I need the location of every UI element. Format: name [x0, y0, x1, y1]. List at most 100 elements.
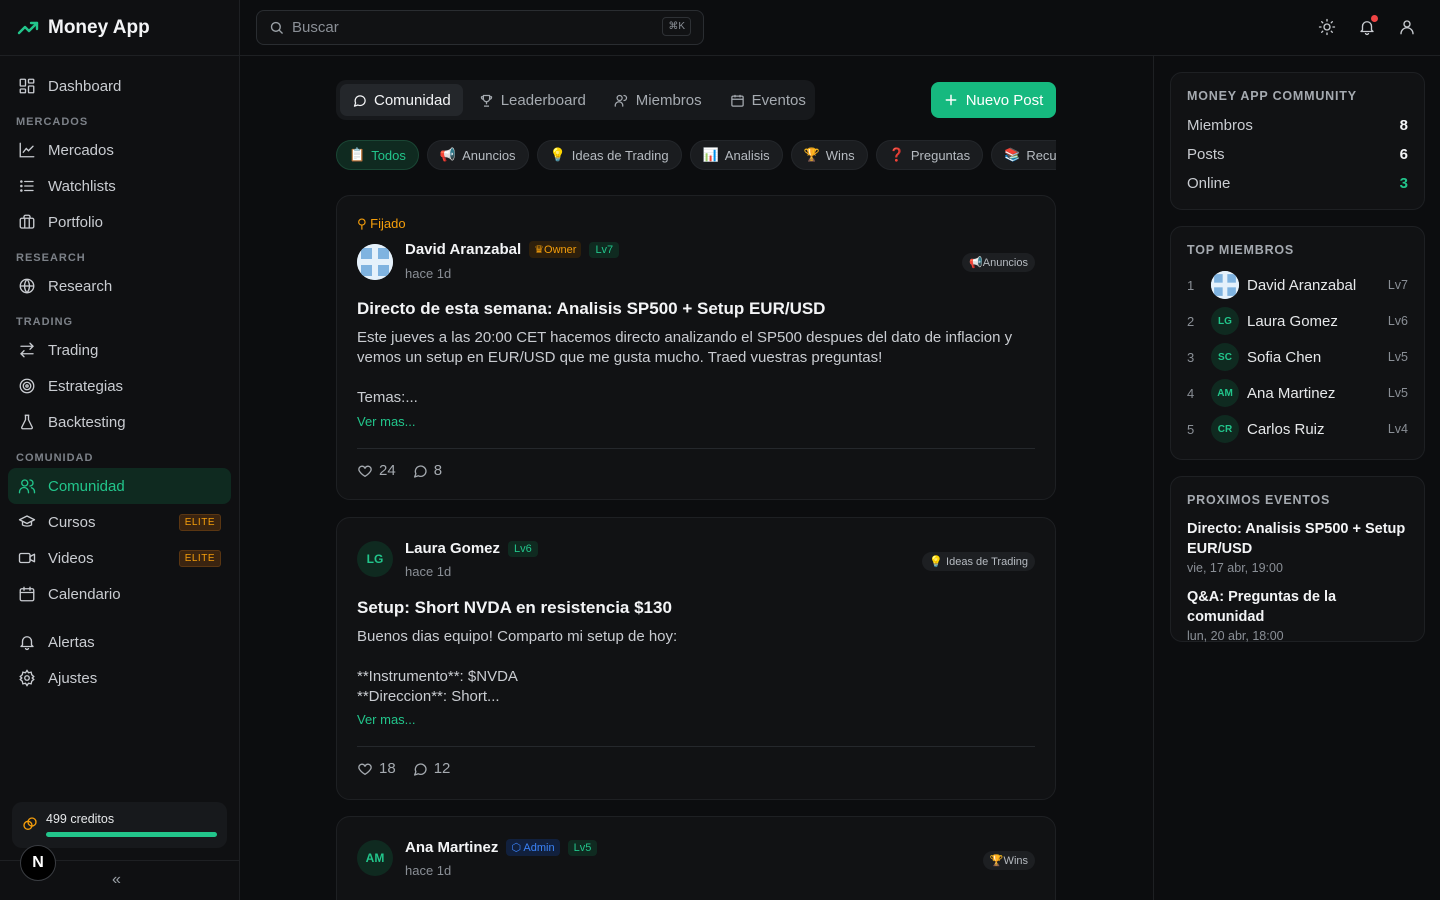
role-label: Admin	[523, 842, 555, 854]
category-chip-todos[interactable]: 📋 Todos	[336, 140, 419, 170]
heart-icon	[358, 763, 372, 775]
profile-button[interactable]	[1398, 18, 1416, 36]
member-rank: 1	[1187, 277, 1195, 293]
sidebar-item-videos[interactable]: Videos ELITE	[8, 540, 231, 576]
theme-toggle[interactable]	[1318, 18, 1336, 36]
plus-icon	[945, 94, 957, 106]
event-item[interactable]: Directo: Analisis SP500 + Setup EUR/USD …	[1187, 519, 1408, 575]
sidebar-item-research[interactable]: Research	[8, 268, 231, 304]
sidebar-item-estrategias[interactable]: Estrategias	[8, 368, 231, 404]
member-row[interactable]: 1 David Aranzabal Lv7	[1187, 271, 1408, 299]
comment-button[interactable]: 8	[412, 462, 442, 479]
post-author: Ana Martinez ⬡ Admin Lv5	[405, 839, 598, 856]
section-research: RESEARCH	[16, 252, 86, 264]
read-more-link[interactable]: Ver mas...	[357, 414, 416, 429]
author-name[interactable]: David Aranzabal	[405, 241, 521, 258]
tab-comunidad[interactable]: Comunidad	[340, 84, 463, 116]
like-count: 18	[379, 760, 396, 777]
category-filters: 📋 Todos 📢 Anuncios 💡 Ideas de Trading 📊 Anal…	[336, 140, 1056, 172]
sun-icon	[1318, 18, 1336, 36]
member-level: Lv5	[1387, 386, 1408, 400]
like-button[interactable]: 18	[357, 760, 396, 777]
shield-icon: ⬡	[511, 842, 524, 854]
tab-eventos[interactable]: Eventos	[718, 84, 818, 116]
sidebar-item-trading[interactable]: Trading	[8, 332, 231, 368]
sidebar-item-label: Dashboard	[48, 77, 122, 95]
card-title: MONEY APP COMMUNITY	[1187, 89, 1357, 103]
sidebar-item-cursos[interactable]: Cursos ELITE	[8, 504, 231, 540]
sidebar-item-watchlists[interactable]: Watchlists	[8, 168, 231, 204]
post-author: Laura Gomez Lv6	[405, 540, 538, 557]
event-date: vie, 17 abr, 19:00	[1187, 561, 1283, 575]
post-title[interactable]: Directo de esta semana: Analisis SP500 +…	[357, 299, 825, 319]
like-button[interactable]: 24	[357, 462, 396, 479]
comment-button[interactable]: 12	[412, 760, 450, 777]
user-avatar[interactable]: N	[20, 845, 56, 881]
elite-badge: ELITE	[178, 514, 221, 531]
member-row[interactable]: 4 AM Ana Martinez Lv5	[1187, 379, 1408, 407]
stat-row: Miembros 8	[1187, 117, 1408, 134]
avatar[interactable]	[357, 244, 393, 280]
logo[interactable]: Money App	[0, 0, 239, 56]
category-chip-anuncios[interactable]: 📢 Anuncios	[426, 140, 529, 170]
event-item[interactable]: Q&A: Preguntas de la comunidad lun, 20 a…	[1187, 587, 1408, 643]
tab-label: Comunidad	[374, 91, 451, 109]
sidebar-item-backtesting[interactable]: Backtesting	[8, 404, 231, 440]
stat-label: Miembros	[1187, 117, 1253, 134]
sidebar-item-mercados[interactable]: Mercados	[8, 132, 231, 168]
section-trading: TRADING	[16, 316, 74, 328]
right-sidebar: MONEY APP COMMUNITY Miembros 8 Posts 6 Onl…	[1153, 56, 1440, 900]
post-card[interactable]: AM Ana Martinez ⬡ Admin Lv5 hace 1d 🏆Win…	[336, 816, 1056, 900]
sidebar-item-portfolio[interactable]: Portfolio	[8, 204, 231, 240]
post-title[interactable]: Setup: Short NVDA en resistencia $130	[357, 598, 672, 618]
collapse-sidebar-icon[interactable]: «	[112, 871, 121, 889]
stat-value: 3	[1399, 175, 1408, 192]
sidebar-item-comunidad[interactable]: Comunidad	[8, 468, 231, 504]
sidebar-item-label: Videos	[48, 549, 94, 567]
post-card[interactable]: LG Laura Gomez Lv6 hace 1d 💡 Ideas de Tr…	[336, 517, 1056, 800]
coins-icon	[23, 817, 37, 830]
avatar[interactable]: LG	[357, 541, 393, 577]
member-row[interactable]: 3 SC Sofia Chen Lv5	[1187, 343, 1408, 371]
category-chip-ideas[interactable]: 💡 Ideas de Trading	[536, 140, 682, 170]
sidebar-item-dashboard[interactable]: Dashboard	[8, 68, 231, 104]
tab-leaderboard[interactable]: Leaderboard	[467, 84, 598, 116]
category-chip-recursos[interactable]: 📚 Recursos	[991, 140, 1056, 170]
new-post-label: Nuevo Post	[965, 91, 1044, 109]
chip-label: Wins	[825, 147, 855, 163]
post-body: Buenos dias equipo! Comparto mi setup de…	[357, 628, 678, 705]
category-chip-analisis[interactable]: 📊 Analisis	[689, 140, 783, 170]
community-tabs: Comunidad Leaderboard Miembros Eventos	[336, 80, 815, 120]
comment-count: 8	[433, 462, 443, 479]
card-title: TOP MIEMBROS	[1187, 243, 1295, 257]
post-card[interactable]: ⚲ Fijado David Aranzabal ♛Owner Lv7 hace…	[336, 195, 1056, 500]
credits-card[interactable]: 499 creditos	[12, 802, 227, 848]
read-more-link[interactable]: Ver mas...	[357, 712, 416, 727]
sidebar-item-alertas[interactable]: Alertas	[8, 624, 231, 660]
topbar: Buscar ⌘K	[240, 0, 1440, 56]
sidebar-item-label: Trading	[48, 341, 99, 359]
tab-miembros[interactable]: Miembros	[602, 84, 714, 116]
avatar[interactable]: AM	[357, 840, 393, 876]
member-row[interactable]: 5 CR Carlos Ruiz Lv4	[1187, 415, 1408, 443]
sidebar-item-ajustes[interactable]: Ajustes	[8, 660, 231, 696]
author-name[interactable]: Laura Gomez	[405, 540, 500, 557]
member-rank: 4	[1187, 385, 1195, 401]
chip-label: Anuncios	[462, 147, 516, 163]
category-chip-wins[interactable]: 🏆 Wins	[790, 140, 868, 170]
notifications-button[interactable]	[1358, 15, 1378, 36]
member-row[interactable]: 2 LG Laura Gomez Lv6	[1187, 307, 1408, 335]
author-name[interactable]: Ana Martinez	[405, 839, 498, 856]
category-chip-preguntas[interactable]: ❓ Preguntas	[875, 140, 984, 170]
graduation-cap-icon	[18, 515, 36, 527]
member-rank: 2	[1187, 313, 1195, 329]
member-rank: 3	[1187, 349, 1195, 365]
topbar-actions	[1318, 15, 1416, 36]
event-date: lun, 20 abr, 18:00	[1187, 629, 1284, 643]
new-post-button[interactable]: Nuevo Post	[931, 82, 1056, 118]
search-input[interactable]: Buscar ⌘K	[256, 10, 704, 45]
member-avatar: SC	[1211, 343, 1239, 371]
sidebar-item-calendario[interactable]: Calendario	[8, 576, 231, 612]
admin-badge: ⬡ Admin	[506, 839, 560, 856]
trophy-icon: 🏆	[803, 147, 820, 162]
